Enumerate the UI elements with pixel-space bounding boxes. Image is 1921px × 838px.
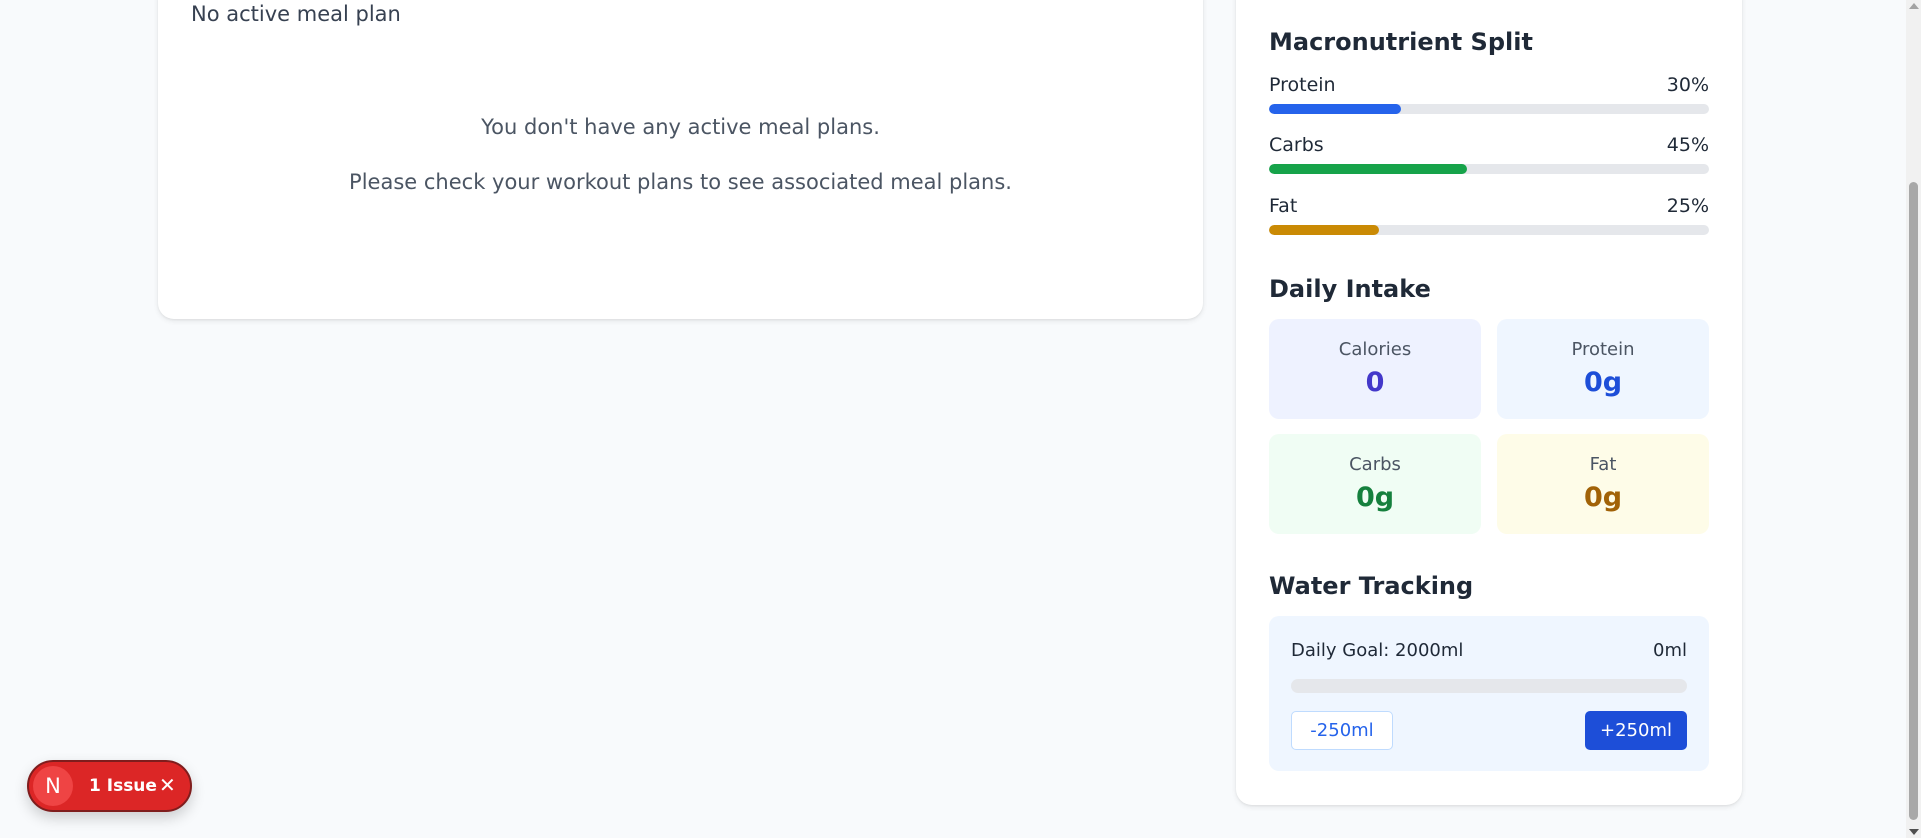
macro-progress-track bbox=[1269, 225, 1709, 235]
macro-row-carbs: Carbs 45% bbox=[1269, 134, 1709, 176]
stat-carbs: Carbs 0g bbox=[1269, 434, 1481, 534]
water-current-amount: 0ml bbox=[1653, 640, 1687, 661]
scroll-up-arrow-icon[interactable] bbox=[1909, 3, 1919, 9]
macro-progress-fill bbox=[1269, 164, 1467, 174]
issue-count[interactable]: 1 Issue bbox=[89, 776, 157, 796]
macro-progress-track bbox=[1269, 164, 1709, 174]
stat-label: Fat bbox=[1589, 454, 1617, 475]
macro-percent: 25% bbox=[1666, 195, 1709, 217]
empty-message: You don't have any active meal plans. bbox=[481, 115, 880, 139]
stat-value: 0g bbox=[1583, 482, 1623, 513]
macro-row-protein: Protein 30% bbox=[1269, 74, 1709, 116]
stat-protein: Protein 0g bbox=[1497, 319, 1709, 419]
daily-intake-title: Daily Intake bbox=[1269, 275, 1431, 303]
stat-fat: Fat 0g bbox=[1497, 434, 1709, 534]
water-tracking-title: Water Tracking bbox=[1269, 572, 1474, 600]
dev-tools-logo-icon[interactable]: N bbox=[33, 766, 73, 806]
macro-percent: 30% bbox=[1666, 74, 1709, 96]
issues-badge[interactable]: N 1 Issue ✕ bbox=[27, 760, 192, 812]
stat-label: Protein bbox=[1571, 339, 1635, 360]
close-icon[interactable]: ✕ bbox=[159, 773, 176, 797]
macro-progress-track bbox=[1269, 104, 1709, 114]
macro-progress-fill bbox=[1269, 225, 1379, 235]
macro-split-title: Macronutrient Split bbox=[1269, 28, 1533, 56]
water-goal-label: Daily Goal: 2000ml bbox=[1291, 640, 1464, 661]
stat-value: 0g bbox=[1583, 367, 1623, 398]
add-water-button[interactable]: +250ml bbox=[1585, 711, 1687, 750]
stat-label: Carbs bbox=[1349, 454, 1401, 475]
stat-value: 0 bbox=[1365, 367, 1385, 398]
macro-label: Carbs bbox=[1269, 134, 1324, 156]
macro-row-fat: Fat 25% bbox=[1269, 195, 1709, 237]
macro-progress-fill bbox=[1269, 104, 1401, 114]
meal-plan-card: No active meal plan You don't have any a… bbox=[158, 0, 1203, 319]
water-progress-bar bbox=[1291, 679, 1687, 693]
scroll-down-arrow-icon[interactable] bbox=[1909, 829, 1919, 835]
stat-label: Calories bbox=[1338, 339, 1412, 360]
remove-water-button[interactable]: -250ml bbox=[1291, 711, 1393, 750]
stat-calories: Calories 0 bbox=[1269, 319, 1481, 419]
macro-label: Protein bbox=[1269, 74, 1336, 96]
water-tracker: Daily Goal: 2000ml 0ml -250ml +250ml bbox=[1269, 616, 1709, 771]
nutrition-sidebar: Macronutrient Split Protein 30% Carbs 45… bbox=[1236, 0, 1742, 805]
macro-percent: 45% bbox=[1666, 134, 1709, 156]
scrollbar-thumb[interactable] bbox=[1909, 182, 1918, 820]
empty-hint: Please check your workout plans to see a… bbox=[349, 170, 1012, 194]
stat-value: 0g bbox=[1355, 482, 1395, 513]
macro-label: Fat bbox=[1269, 195, 1298, 217]
page-scrollbar[interactable] bbox=[1906, 0, 1921, 838]
meal-plan-title: No active meal plan bbox=[191, 2, 401, 26]
